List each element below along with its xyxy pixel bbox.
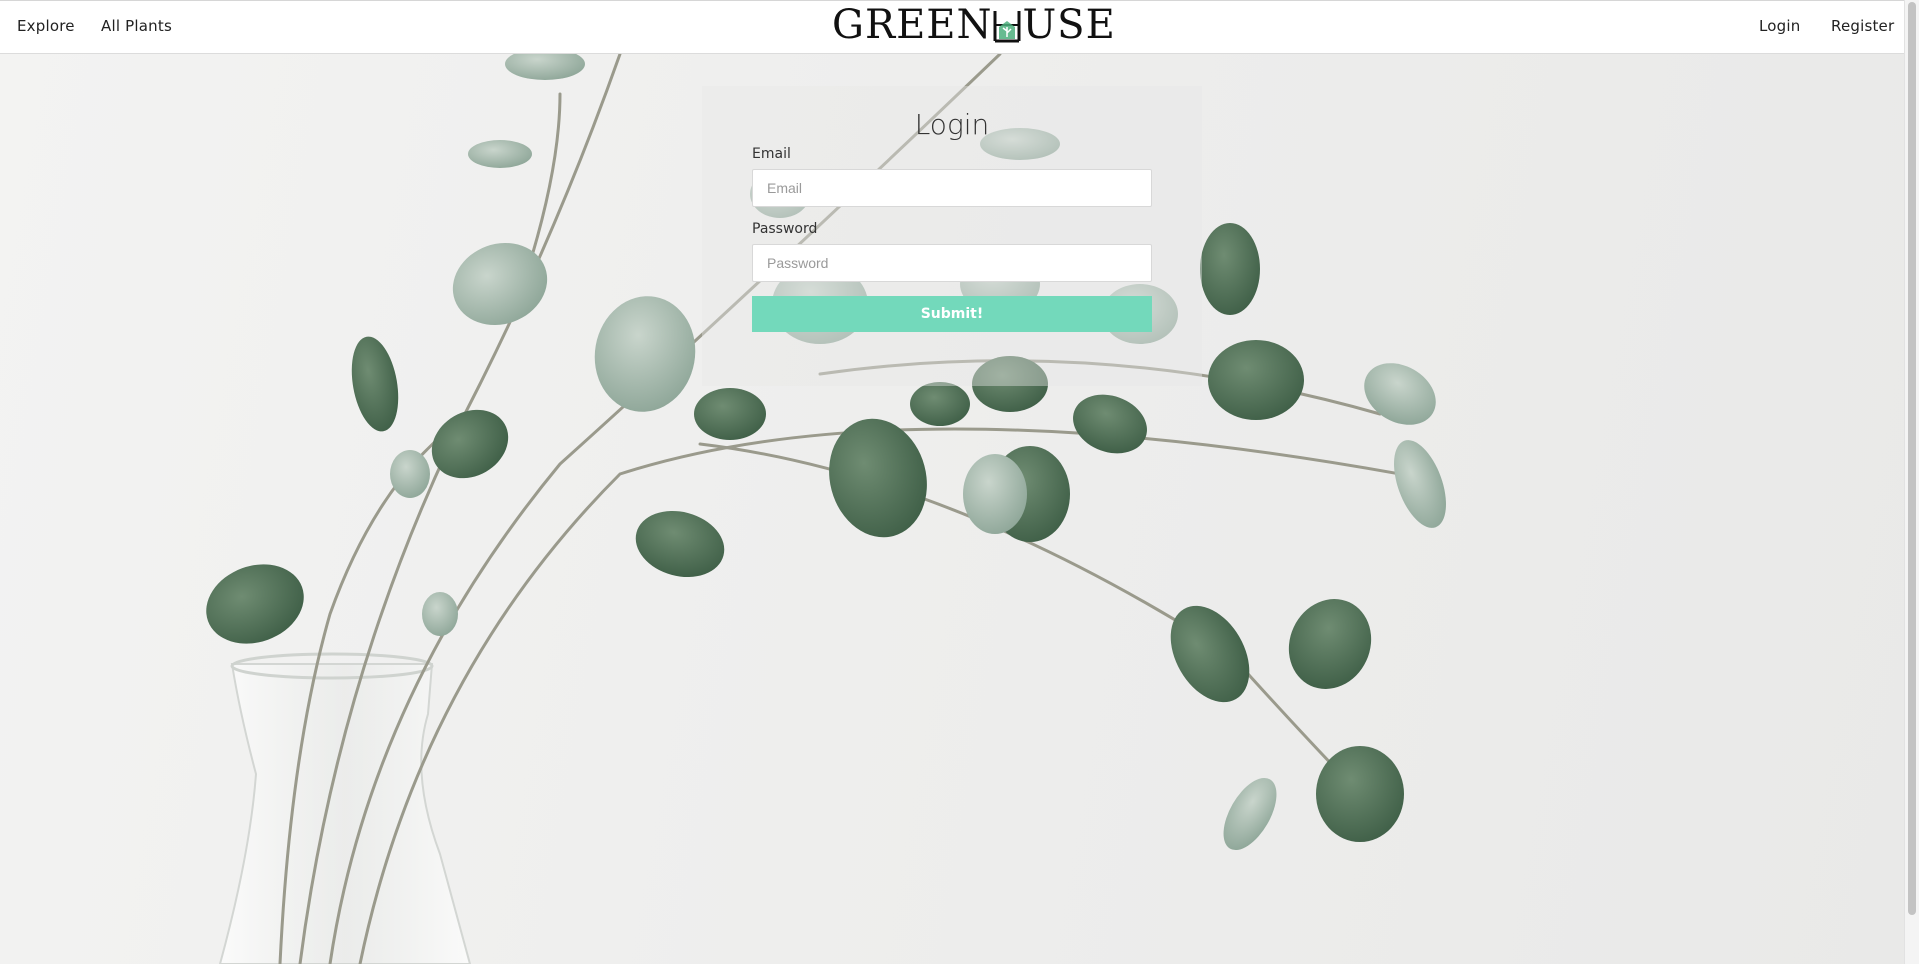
vertical-scrollbar[interactable] xyxy=(1904,0,1919,964)
login-title: Login xyxy=(914,108,990,141)
password-label: Password xyxy=(752,221,818,237)
password-field[interactable] xyxy=(752,244,1152,282)
scrollbar-thumb[interactable] xyxy=(1908,2,1916,915)
email-field[interactable] xyxy=(752,169,1152,207)
logo-text-green: GREEN xyxy=(832,2,993,48)
nav-link-register[interactable]: Register xyxy=(1831,17,1894,35)
login-card: Login Email Password Submit! xyxy=(702,86,1202,386)
nav-link-explore[interactable]: Explore xyxy=(17,17,75,35)
greenhouse-logo[interactable]: GREEN USE xyxy=(832,2,1116,48)
nav-link-all-plants[interactable]: All Plants xyxy=(101,17,172,35)
top-navbar: Explore All Plants GREEN USE Login Regis… xyxy=(0,0,1904,54)
logo-text-use: USE xyxy=(1022,2,1116,48)
nav-link-login[interactable]: Login xyxy=(1759,17,1800,35)
submit-button[interactable]: Submit! xyxy=(752,296,1152,332)
house-icon xyxy=(993,11,1021,43)
email-label: Email xyxy=(752,146,791,162)
